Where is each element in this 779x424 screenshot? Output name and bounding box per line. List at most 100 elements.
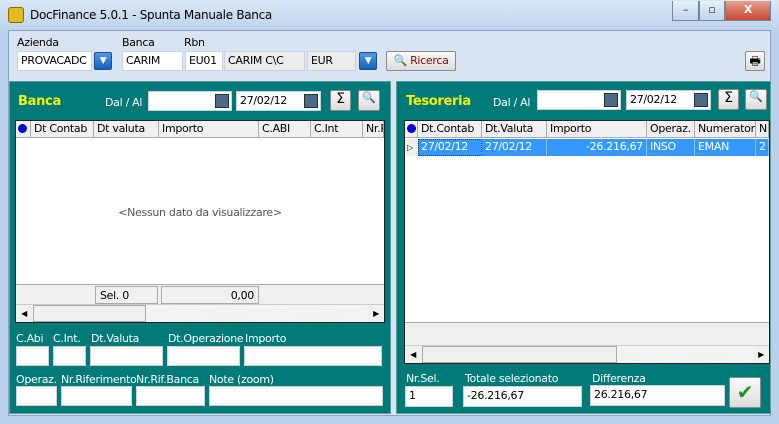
differenza-label: Differenza [592,372,646,385]
banca-grid[interactable]: Dt Contab Dt valuta Importo C.ABI C.Int … [15,120,385,323]
rbn-description: CARIM C\C [224,51,305,71]
scroll-left-arrow[interactable]: ◀ [405,346,421,363]
magnifier-icon: 🔍 [749,90,763,103]
scroll-right-arrow[interactable]: ▶ [368,305,384,322]
field-label: C.Int. [53,332,81,345]
nr-sel-field: 1 [405,386,453,407]
column-header[interactable]: Numeratore [695,121,756,137]
scroll-thumb[interactable] [33,305,146,322]
differenza-field: 26.216,67 [590,385,725,406]
calendar-icon[interactable] [604,93,618,107]
sigma-icon: Σ [724,90,733,106]
scroll-thumb[interactable] [422,346,617,363]
rbn-dropdown-button[interactable]: ▼ [359,52,377,70]
scroll-right-arrow[interactable]: ▶ [753,346,769,363]
column-header[interactable]: Dt.Valuta [482,121,547,137]
cell-dt-contab[interactable]: 27/02/12 [418,139,482,156]
column-header[interactable]: Operaz. [647,121,695,137]
indicator-column [405,121,418,137]
row-pointer-icon: ▷ [405,139,418,156]
cell-extra[interactable]: 2 [756,139,769,156]
column-header[interactable]: N [756,121,769,137]
banca-date-label: Dal / Al [105,96,143,109]
totale-label: Totale selezionato [465,372,559,385]
note-input[interactable] [209,386,383,406]
grid-header: Dt Contab Dt valuta Importo C.ABI C.Int … [16,121,384,138]
sel-total: 0,00 [161,286,259,304]
cell-dt-valuta[interactable]: 27/02/12 [482,139,547,156]
printer-icon: 🖶 [749,54,761,68]
nr-sel-label: Nr.Sel. [406,372,440,385]
zoom-button[interactable]: 🔍 [358,90,380,111]
calendar-icon[interactable] [694,93,708,107]
dt-operazione-input[interactable] [167,346,240,366]
currency-field: EUR [307,51,356,71]
horizontal-scrollbar[interactable]: ◀ ▶ [16,304,384,322]
close-button[interactable]: X [725,1,771,21]
field-label: Operaz. [16,373,57,386]
field-label: Nr.Riferimento [61,373,137,386]
table-row[interactable]: 27/02/12 27/02/12 -26.216,67 INSO EMAN 2 [418,139,769,156]
cint-input[interactable] [53,346,86,366]
print-button[interactable]: 🖶 [745,51,765,71]
horizontal-scrollbar[interactable]: ◀ ▶ [405,345,769,363]
calendar-icon[interactable] [304,94,318,108]
column-header[interactable]: Nr.R [363,121,384,137]
maximize-button[interactable]: ▫ [699,1,725,21]
importo-input[interactable] [244,346,382,366]
azienda-label: Azienda [17,36,59,49]
sel-count: Sel. 0 [95,286,158,304]
tesoreria-grid[interactable]: Dt.Contab Dt.Valuta Importo Operaz. Nume… [404,120,770,364]
dot-icon [407,124,416,133]
dot-icon [18,124,27,133]
empty-message: <Nessun dato da visualizzare> [118,206,282,219]
calendar-icon[interactable] [215,94,229,108]
column-header[interactable]: Dt.Contab [418,121,482,137]
nr-riferimento-input[interactable] [61,386,132,406]
column-header[interactable]: Importo [547,121,647,137]
ricerca-button[interactable]: 🔍 Ricerca [386,51,456,71]
grid-header: Dt.Contab Dt.Valuta Importo Operaz. Nume… [405,121,769,138]
column-header[interactable]: C.Int [311,121,363,137]
column-header[interactable]: Dt valuta [94,121,159,137]
field-label: Note (zoom) [209,373,274,386]
cell-operaz[interactable]: INSO [647,139,695,156]
sum-button[interactable]: Σ [718,89,739,110]
indicator-column [16,121,31,137]
column-header[interactable]: Importo [159,121,259,137]
nr-rif-banca-input[interactable] [136,386,205,406]
tesoreria-date-label: Dal / Al [493,96,531,109]
magnifier-icon: 🔍 [362,91,376,104]
rbn-input[interactable]: EU01 [185,51,223,71]
grid-footer [405,322,769,345]
tesoreria-title: Tesoreria [406,94,471,109]
app-icon [8,7,24,23]
sum-button[interactable]: Σ [330,90,351,111]
scroll-left-arrow[interactable]: ◀ [16,305,32,322]
minimize-button[interactable]: – [672,1,699,21]
column-header[interactable]: Dt Contab [31,121,94,137]
ricerca-label: Ricerca [410,54,449,67]
field-label: Dt.Valuta [91,332,140,345]
zoom-button[interactable]: 🔍 [745,89,767,110]
grid-footer: Sel. 0 0,00 [16,284,384,304]
operaz-input[interactable] [16,386,57,406]
cell-numeratore[interactable]: EMAN [695,139,756,156]
cell-importo[interactable]: -26.216,67 [547,139,647,156]
field-label: Nr.Rif.Banca [136,373,199,386]
window-title: DocFinance 5.0.1 - Spunta Manuale Banca [30,8,272,22]
banca-input[interactable]: CARIM [122,51,183,71]
checkmark-icon: ✔ [736,380,754,404]
dt-valuta-input[interactable] [90,346,163,366]
sigma-icon: Σ [336,91,345,107]
azienda-dropdown-button[interactable]: ▼ [94,52,112,70]
banca-title: Banca [18,94,61,109]
totale-field: -26.216,67 [463,386,582,407]
field-label: Dt.Operazione [168,332,244,345]
confirm-button[interactable]: ✔ [729,377,761,408]
azienda-input[interactable]: PROVACADC [17,51,92,71]
field-label: C.Abi [16,332,44,345]
banca-label: Banca [122,36,155,49]
column-header[interactable]: C.ABI [259,121,311,137]
cabi-input[interactable] [16,346,49,366]
